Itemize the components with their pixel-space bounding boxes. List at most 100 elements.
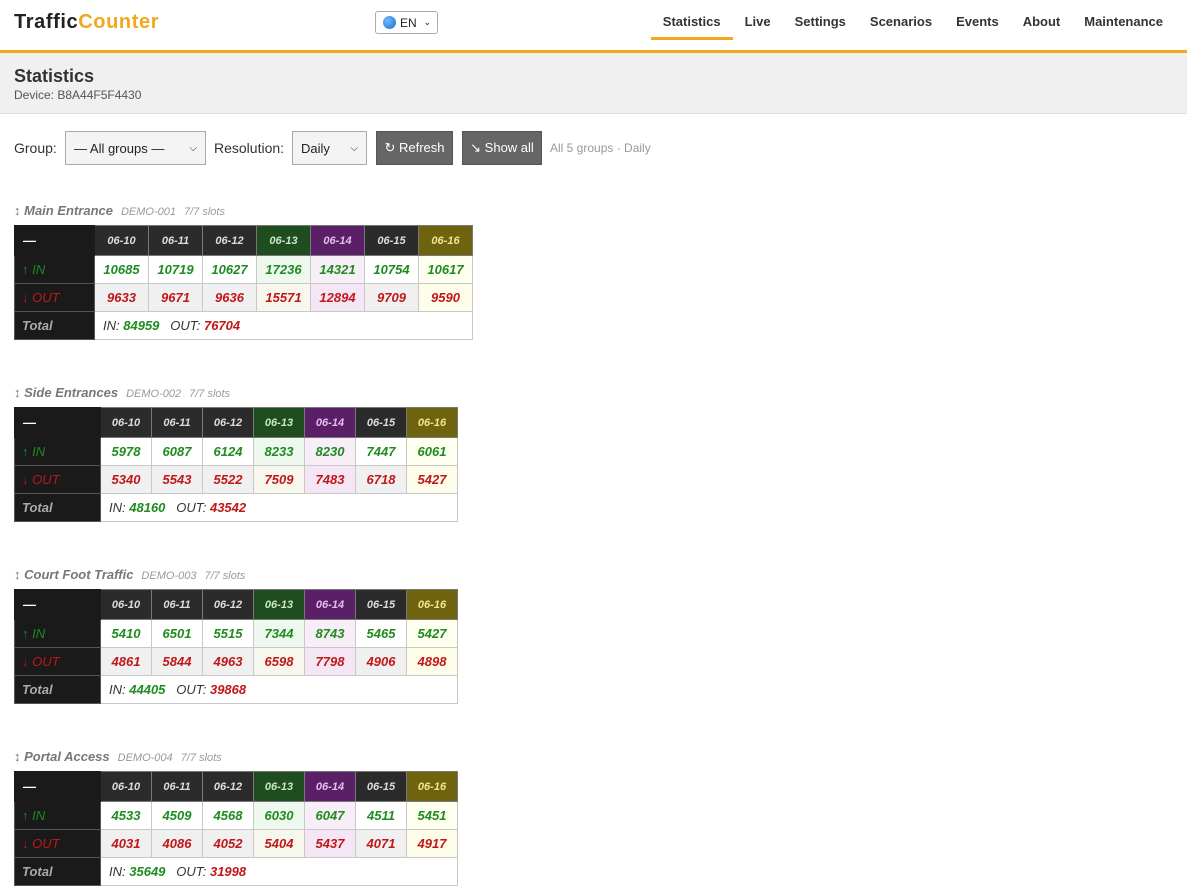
date-header-cell[interactable]: 06-14 [304, 589, 356, 620]
out-row: ↓ OUT 4861 5844 4963 6598 7798 4906 4898 [14, 647, 458, 676]
date-header-cell[interactable]: 06-16 [406, 771, 458, 802]
in-value-cell: 6030 [253, 801, 305, 830]
date-header-cell[interactable]: 06-13 [253, 589, 305, 620]
total-row-label: Total [14, 857, 101, 886]
stats-group: ↕ Portal Access DEMO-004 7/7 slots —06-10 06… [14, 749, 458, 886]
date-header-cell[interactable]: 06-10 [100, 589, 152, 620]
total-in-value: 35649 [129, 864, 166, 879]
group-title[interactable]: ↕ Main Entrance DEMO-001 7/7 slots [14, 203, 473, 225]
out-value-cell: 5427 [406, 465, 458, 494]
date-header-cell[interactable]: 06-15 [355, 589, 407, 620]
stats-table: —06-10 06-11 06-12 06-13 06-14 06-15 06-16 ↑ IN… [14, 771, 458, 886]
nav-about[interactable]: About [1011, 0, 1073, 50]
out-row-label: ↓ OUT [14, 829, 101, 858]
date-header-cell[interactable]: 06-14 [310, 225, 365, 256]
date-header-cell[interactable]: 06-14 [304, 771, 356, 802]
date-header-cell[interactable]: 06-11 [151, 589, 203, 620]
top-navbar: TrafficCounter EN ⌄ Statistics Live Sett… [0, 0, 1187, 53]
stats-table: —06-10 06-11 06-12 06-13 06-14 06-15 06-16 ↑ IN… [14, 407, 458, 522]
out-value-cell: 4917 [406, 829, 458, 858]
date-header-cell[interactable]: 06-16 [418, 225, 473, 256]
main-nav: Statistics Live Settings Scenarios Event… [650, 0, 1175, 50]
in-value-cell: 6061 [406, 437, 458, 466]
out-row: ↓ OUT 5340 5543 5522 7509 7483 6718 5427 [14, 465, 458, 494]
date-header-cell[interactable]: 06-15 [355, 771, 407, 802]
total-out-value: 76704 [203, 318, 241, 333]
nav-statistics[interactable]: Statistics [650, 0, 733, 50]
in-value-cell: 10685 [94, 255, 149, 284]
out-row: ↓ OUT 4031 4086 4052 5404 5437 4071 4917 [14, 829, 458, 858]
corner-cell: — [14, 407, 101, 438]
totals-cell: IN: 35649 OUT: 31998 [100, 857, 458, 886]
group-id: DEMO-002 [126, 388, 182, 400]
out-value-cell: 7509 [253, 465, 305, 494]
date-header-cell[interactable]: 06-13 [253, 771, 305, 802]
date-header-cell[interactable]: 06-14 [304, 407, 356, 438]
chevron-down-icon: ⌵ [189, 142, 197, 154]
in-value-cell: 5515 [202, 619, 254, 648]
language-value: EN [400, 15, 417, 30]
stats-group: ↕ Court Foot Traffic DEMO-003 7/7 slots —06… [14, 567, 458, 704]
out-value-cell: 7483 [304, 465, 356, 494]
refresh-button[interactable]: ↻ Refresh [376, 131, 453, 165]
total-in-label: IN: [109, 864, 126, 879]
date-header-cell[interactable]: 06-12 [202, 225, 257, 256]
date-header-cell[interactable]: 06-16 [406, 589, 458, 620]
in-value-cell: 4509 [151, 801, 203, 830]
in-value-cell: 6087 [151, 437, 203, 466]
date-header-cell[interactable]: 06-10 [100, 407, 152, 438]
date-header-cell[interactable]: 06-11 [148, 225, 203, 256]
in-row-label: ↑ IN [14, 437, 101, 466]
in-value-cell: 5451 [406, 801, 458, 830]
nav-scenarios[interactable]: Scenarios [858, 0, 944, 50]
globe-icon [383, 16, 396, 29]
date-header-cell[interactable]: 06-11 [151, 771, 203, 802]
total-row-label: Total [14, 311, 95, 340]
date-header-cell[interactable]: 06-15 [355, 407, 407, 438]
date-header-cell[interactable]: 06-15 [364, 225, 419, 256]
in-value-cell: 4568 [202, 801, 254, 830]
date-header-cell[interactable]: 06-10 [100, 771, 152, 802]
stats-table: —06-10 06-11 06-12 06-13 06-14 06-15 06-16 ↑ IN… [14, 589, 458, 704]
resolution-select-value: Daily [301, 140, 330, 156]
out-value-cell: 4086 [151, 829, 203, 858]
total-out-value: 39868 [209, 682, 247, 697]
date-header-cell[interactable]: 06-10 [94, 225, 149, 256]
brand-logo[interactable]: TrafficCounter [14, 11, 159, 34]
out-row-label: ↓ OUT [14, 465, 101, 494]
date-header-cell[interactable]: 06-13 [253, 407, 305, 438]
show-all-button[interactable]: ↘ Show all [462, 131, 542, 165]
date-header-cell[interactable]: 06-12 [202, 407, 254, 438]
group-title[interactable]: ↕ Portal Access DEMO-004 7/7 slots [14, 749, 458, 771]
in-row-label: ↑ IN [14, 801, 101, 830]
stats-group: ↕ Main Entrance DEMO-001 7/7 slots —06-10 06… [14, 203, 473, 340]
total-in-value: 44405 [129, 682, 166, 697]
resolution-select[interactable]: Daily ⌵ [292, 131, 367, 165]
nav-events[interactable]: Events [944, 0, 1011, 50]
date-header-cell[interactable]: 06-16 [406, 407, 458, 438]
stats-group: ↕ Side Entrances DEMO-002 7/7 slots —06-10 0… [14, 385, 458, 522]
out-value-cell: 9636 [202, 283, 257, 312]
group-title[interactable]: ↕ Side Entrances DEMO-002 7/7 slots [14, 385, 458, 407]
total-out-label: OUT: [176, 500, 207, 515]
nav-live[interactable]: Live [733, 0, 783, 50]
in-row: ↑ IN 5410 6501 5515 7344 8743 5465 5427 [14, 619, 458, 648]
sort-icon: ↕ [14, 203, 21, 218]
nav-maintenance[interactable]: Maintenance [1072, 0, 1175, 50]
in-value-cell: 7447 [355, 437, 407, 466]
nav-settings[interactable]: Settings [783, 0, 858, 50]
group-select[interactable]: — All groups — ⌵ [65, 131, 206, 165]
date-header-cell[interactable]: 06-11 [151, 407, 203, 438]
date-header-cell[interactable]: 06-13 [256, 225, 311, 256]
date-header-cell[interactable]: 06-12 [202, 771, 254, 802]
in-value-cell: 6124 [202, 437, 254, 466]
out-value-cell: 9671 [148, 283, 203, 312]
totals-cell: IN: 84959 OUT: 76704 [94, 311, 473, 340]
total-row-label: Total [14, 493, 101, 522]
group-name: Portal Access [24, 749, 110, 764]
group-title[interactable]: ↕ Court Foot Traffic DEMO-003 7/7 slots [14, 567, 458, 589]
date-header-cell[interactable]: 06-12 [202, 589, 254, 620]
language-select[interactable]: EN ⌄ [375, 11, 438, 34]
date-header-row: —06-10 06-11 06-12 06-13 06-14 06-15 06-16 [14, 407, 458, 438]
in-value-cell: 5410 [100, 619, 152, 648]
